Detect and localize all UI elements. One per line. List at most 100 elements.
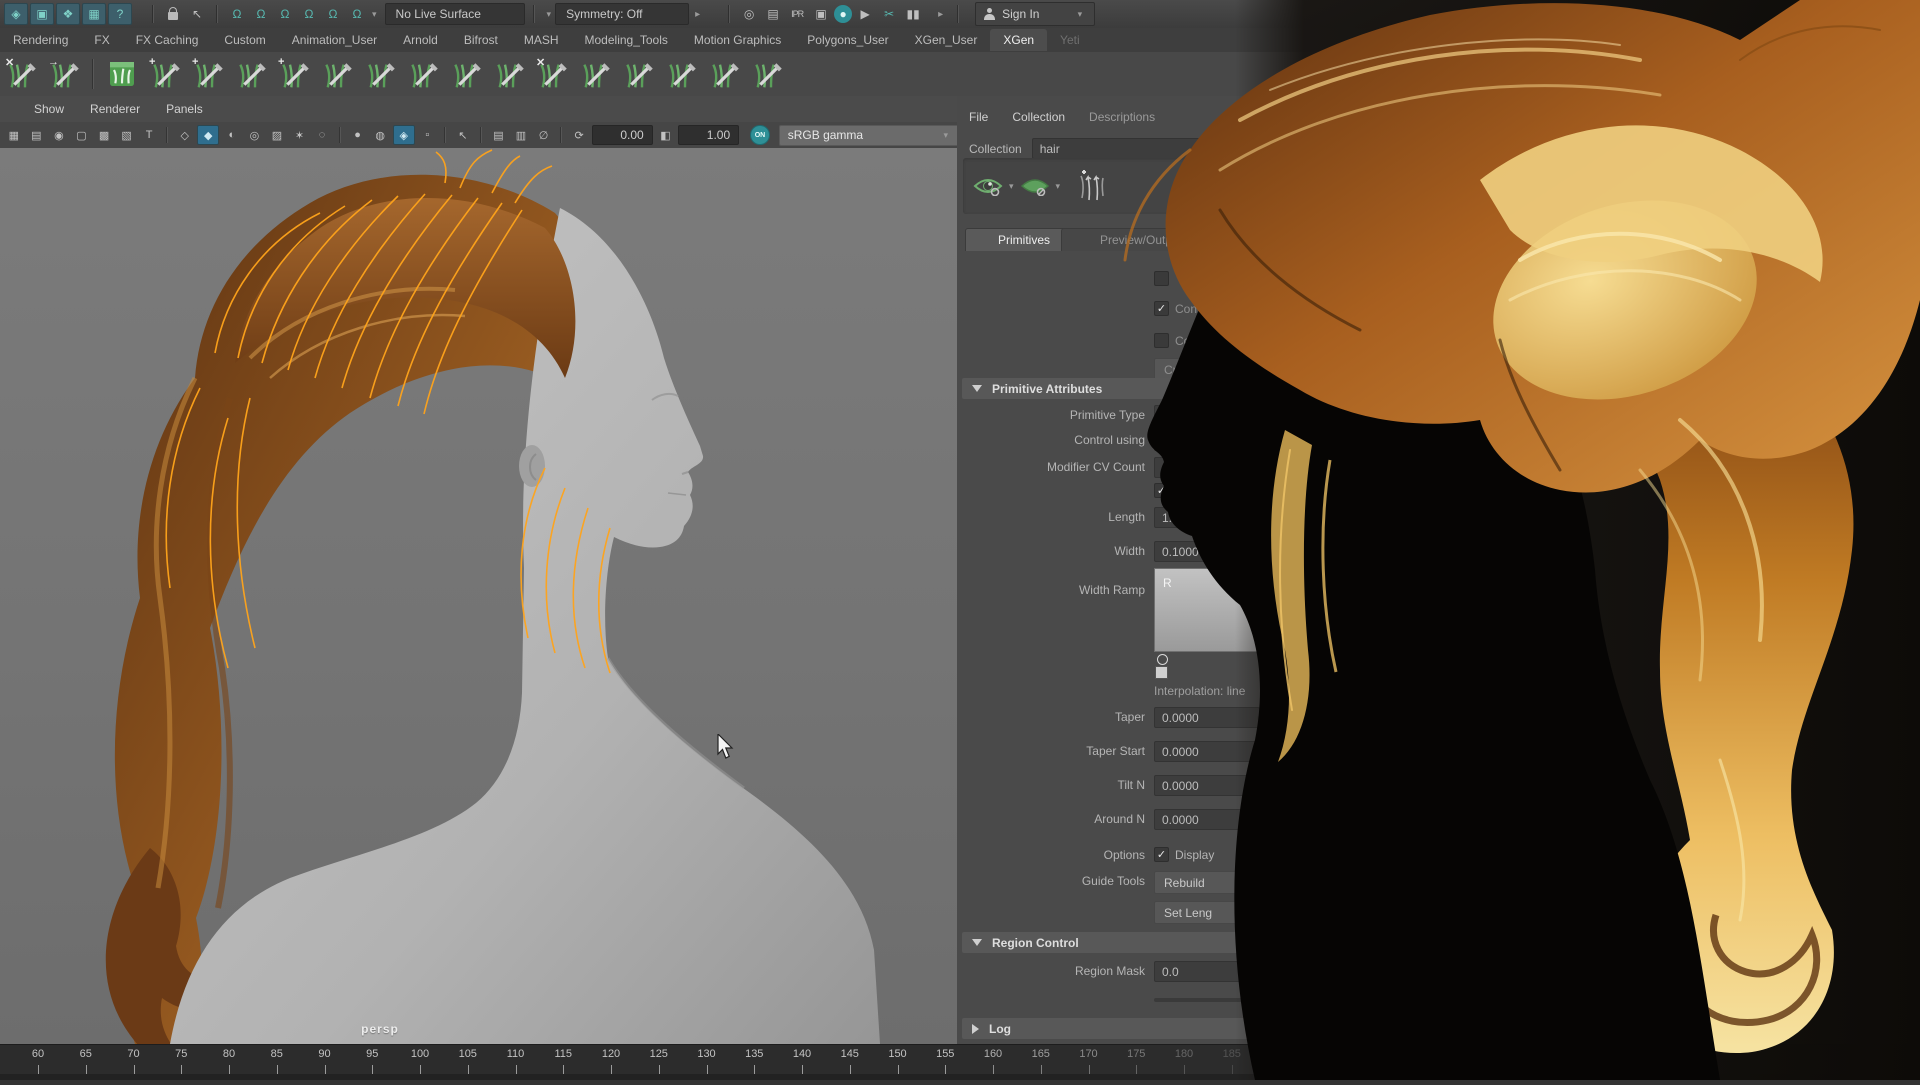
isolate-select-icon[interactable]: ↖: [453, 126, 473, 144]
snap-view-plane-icon[interactable]: Ω: [322, 4, 344, 24]
width-ramp-widget[interactable]: [1154, 568, 1424, 652]
panel-menu-panels[interactable]: Panels: [166, 102, 203, 116]
freeze-guides-icon[interactable]: ✕: [533, 55, 571, 93]
flip-guides-icon[interactable]: [705, 55, 743, 93]
snap-surface-icon[interactable]: Ω: [346, 4, 368, 24]
ramp-marker-icon[interactable]: [1157, 654, 1168, 665]
modeling-menuset-icon[interactable]: ◈: [4, 3, 28, 25]
lock-selection-icon[interactable]: [162, 4, 184, 24]
render-settings-icon[interactable]: ▣: [810, 4, 832, 24]
scale-guides-icon[interactable]: [404, 55, 442, 93]
xgen-menu-collection[interactable]: Collection: [1012, 110, 1065, 124]
fog-icon[interactable]: ▫: [418, 126, 438, 144]
shelf-tab-modeling-tools[interactable]: Modeling_Tools: [572, 29, 681, 51]
slider-track[interactable]: [1257, 818, 1377, 822]
checkbox[interactable]: ✓: [1154, 301, 1169, 316]
fx-menuset-icon[interactable]: ▦: [82, 3, 106, 25]
part-guides-icon[interactable]: [576, 55, 614, 93]
image-plane-icon[interactable]: ▤: [489, 126, 509, 144]
grid-icon[interactable]: ▦: [4, 126, 24, 144]
shelf-tab-animation-user[interactable]: Animation_User: [279, 29, 390, 51]
attribute-value-field[interactable]: 0.1000: [1154, 541, 1260, 562]
attribute-value-field[interactable]: 0.0: [1154, 961, 1438, 982]
panel-menu-show[interactable]: Show: [34, 102, 64, 116]
snap-grid-icon[interactable]: Ω: [226, 4, 248, 24]
textured-icon[interactable]: ◐: [222, 126, 242, 144]
attribute-value-field[interactable]: 0.0000: [1154, 707, 1260, 728]
shelf-tab-yeti[interactable]: Yeti: [1047, 29, 1093, 51]
view-transform-select[interactable]: sRGB gamma▾: [779, 125, 961, 146]
snap-point-icon[interactable]: Ω: [274, 4, 296, 24]
range-slider-edge[interactable]: [0, 1074, 1920, 1080]
shadows-icon[interactable]: ◌: [312, 126, 332, 144]
slider-track[interactable]: [1257, 784, 1377, 788]
primitive-visibility-caret-icon[interactable]: ▾: [1056, 181, 1061, 192]
ipr-render-icon[interactable]: IPR: [786, 4, 808, 24]
motion-blur-icon[interactable]: ◍: [370, 126, 390, 144]
shelf-tab-xgen-user[interactable]: XGen_User: [902, 29, 991, 51]
section-primitive-attributes[interactable]: Primitive Attributes: [962, 378, 1672, 399]
guide-tools-button-2[interactable]: Set Leng: [1154, 901, 1293, 924]
exposure-icon[interactable]: ⟳: [569, 126, 589, 144]
curve-utilities-icon[interactable]: →: [45, 55, 83, 93]
attribute-value-field[interactable]: Guides: [1154, 430, 1260, 451]
color-management-toggle[interactable]: ON: [750, 125, 770, 145]
cut-guides-icon[interactable]: [447, 55, 485, 93]
create-description-icon[interactable]: +: [146, 55, 184, 93]
safe-title-icon[interactable]: T: [139, 126, 159, 144]
sequence-render-icon[interactable]: ▶: [854, 4, 876, 24]
symmetry-field[interactable]: Symmetry: Off: [555, 3, 689, 25]
no-image-icon[interactable]: ∅: [534, 126, 554, 144]
expand-arrow-icon[interactable]: ▸: [695, 9, 700, 20]
safe-action-icon[interactable]: ▧: [117, 126, 137, 144]
resolution-gate-icon[interactable]: ◉: [49, 126, 69, 144]
gamma-field[interactable]: 1.00: [678, 125, 739, 145]
wireframe-icon[interactable]: ◇: [175, 126, 195, 144]
slider-track[interactable]: [1257, 716, 1377, 720]
checkbox[interactable]: ✓: [1154, 847, 1169, 862]
attribute-value-field[interactable]: 0.0000: [1154, 741, 1260, 762]
attribute-value-field[interactable]: 0.0000: [1154, 809, 1260, 830]
add-remove-guides-icon[interactable]: [1076, 170, 1106, 202]
checkbox[interactable]: [1154, 271, 1169, 286]
cut-faces-icon[interactable]: ✂: [878, 4, 900, 24]
render-view-icon[interactable]: ●: [834, 5, 852, 23]
sign-in-button[interactable]: Sign In ▾: [975, 2, 1095, 26]
slider-track[interactable]: [1154, 998, 1426, 1002]
shelf-tab-polygons-user[interactable]: Polygons_User: [794, 29, 901, 51]
pause-viewport-icon[interactable]: ▮▮: [902, 4, 924, 24]
collection-name-field[interactable]: hair: [1032, 138, 1224, 159]
film-gate-icon[interactable]: ▤: [27, 126, 47, 144]
toggle-primitive-visibility-icon[interactable]: [1020, 176, 1050, 196]
elevation-brush-icon[interactable]: [490, 55, 528, 93]
live-surface-field[interactable]: No Live Surface: [385, 3, 525, 25]
xgen-editor-icon[interactable]: [103, 55, 141, 93]
snap-projected-center-icon[interactable]: Ω: [298, 4, 320, 24]
slider-track[interactable]: [1257, 750, 1377, 754]
snap-caret-icon[interactable]: ▾: [372, 9, 377, 20]
field-chart-icon[interactable]: ▩: [94, 126, 114, 144]
toggle-guide-visibility-icon[interactable]: [973, 176, 1003, 196]
time-slider[interactable]: 6065707580859095100105110115120125130135…: [0, 1044, 1920, 1075]
gate-mask-icon[interactable]: ▢: [72, 126, 92, 144]
help-menuset-icon[interactable]: ?: [108, 3, 132, 25]
section-region-control[interactable]: Region Control: [962, 932, 1672, 953]
tab-preview-output[interactable]: Preview/Outp: [1061, 228, 1211, 251]
attribute-value-field[interactable]: Spl: [1154, 405, 1260, 426]
shelf-tab-fx-caching[interactable]: FX Caching: [123, 29, 212, 51]
checkered-icon[interactable]: ▨: [267, 126, 287, 144]
add-cv-icon[interactable]: +: [275, 55, 313, 93]
guide-utilities-icon[interactable]: [748, 55, 786, 93]
set-marking-menu-icon[interactable]: ✕: [2, 55, 40, 93]
highlight-selection-icon[interactable]: ↖: [186, 4, 208, 24]
shelf-tab-rendering[interactable]: Rendering: [0, 29, 81, 51]
sculpt-guides-icon[interactable]: [232, 55, 270, 93]
attribute-value-field[interactable]: 40: [1154, 457, 1260, 478]
section-log[interactable]: Log: [962, 1018, 1672, 1039]
add-guide-icon[interactable]: +: [189, 55, 227, 93]
multisample-icon[interactable]: ◈: [393, 125, 415, 145]
attribute-value-field[interactable]: 0.0000: [1154, 775, 1260, 796]
checkbox[interactable]: ✓: [1154, 483, 1169, 498]
gamma-icon[interactable]: ◧: [656, 126, 676, 144]
shelf-tab-motion-graphics[interactable]: Motion Graphics: [681, 29, 794, 51]
